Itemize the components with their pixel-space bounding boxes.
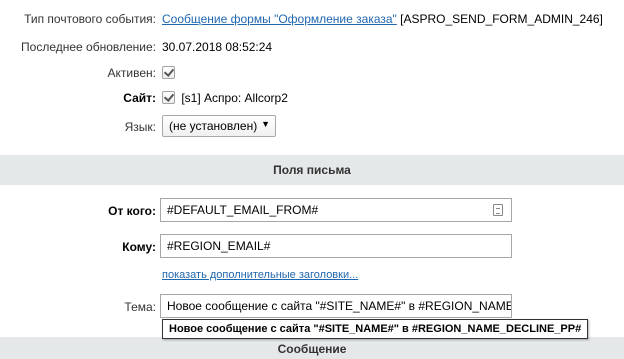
from-label: От кого: bbox=[108, 204, 156, 218]
language-row: Язык: (не установлен) ▼ bbox=[0, 115, 624, 139]
language-label: Язык: bbox=[124, 120, 156, 134]
site-value: [s1] Аспро: Allcorp2 bbox=[162, 91, 288, 105]
active-label: Активен: bbox=[107, 66, 156, 80]
subject-row: Тема: Новое сообщение с сайта "#SITE_NAM… bbox=[0, 294, 624, 320]
updated-value: 30.07.2018 08:52:24 bbox=[162, 40, 273, 54]
site-name: [s1] Аспро: Allcorp2 bbox=[181, 91, 288, 105]
language-select[interactable]: (не установлен) ▼ bbox=[162, 115, 276, 137]
site-label: Сайт: bbox=[123, 91, 156, 105]
from-value: #DEFAULT_EMAIL_FROM# bbox=[167, 203, 319, 217]
language-selected-value: (не установлен) bbox=[169, 119, 258, 133]
section-message: Сообщение bbox=[0, 337, 624, 359]
event-type-label: Тип почтового события: bbox=[24, 12, 156, 26]
chevron-down-icon: ▼ bbox=[261, 119, 270, 129]
from-row: От кого: #DEFAULT_EMAIL_FROM# bbox=[0, 198, 624, 224]
to-label: Кому: bbox=[122, 240, 156, 254]
site-checkbox[interactable] bbox=[162, 91, 175, 104]
subject-input[interactable]: Новое сообщение с сайта "#SITE_NAME#" в … bbox=[160, 294, 512, 318]
active-checkbox[interactable] bbox=[162, 66, 175, 79]
event-type-link[interactable]: Сообщение формы "Оформление заказа" bbox=[162, 12, 397, 26]
subject-tooltip: Новое сообщение с сайта "#SITE_NAME#" в … bbox=[162, 319, 589, 339]
document-icon[interactable] bbox=[493, 204, 503, 216]
show-extra-headers-link[interactable]: показать дополнительные заголовки... bbox=[162, 269, 358, 281]
updated-label: Последнее обновление: bbox=[21, 40, 156, 54]
to-input[interactable]: #REGION_EMAIL# bbox=[160, 234, 512, 258]
section-letter-fields: Поля письма bbox=[0, 155, 624, 185]
from-input[interactable]: #DEFAULT_EMAIL_FROM# bbox=[160, 198, 512, 222]
event-type-value: Сообщение формы "Оформление заказа" [ASP… bbox=[162, 12, 603, 26]
to-value: #REGION_EMAIL# bbox=[167, 239, 271, 253]
active-value bbox=[162, 66, 175, 80]
subject-value: Новое сообщение с сайта "#SITE_NAME#" в … bbox=[167, 299, 512, 313]
subject-label: Тема: bbox=[124, 300, 156, 314]
to-row: Кому: #REGION_EMAIL# bbox=[0, 234, 624, 260]
event-type-code: [ASPRO_SEND_FORM_ADMIN_246] bbox=[400, 12, 603, 26]
